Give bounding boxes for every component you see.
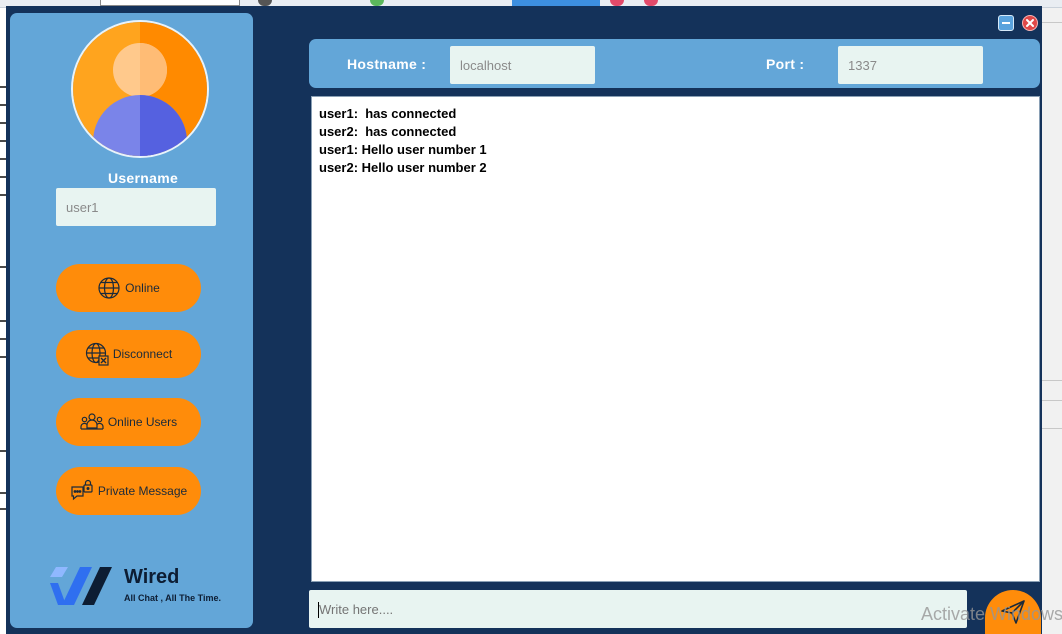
close-icon[interactable] [1022, 15, 1038, 31]
chat-app-window: Username Online [6, 6, 1042, 634]
chat-message: user2: has connected [319, 124, 457, 139]
app-tagline: All Chat , All The Time. [124, 593, 222, 603]
users-group-icon [80, 410, 104, 434]
port-input[interactable] [838, 46, 983, 84]
online-users-button[interactable]: Online Users [56, 398, 201, 446]
private-message-button-label: Private Message [97, 484, 188, 498]
text-caret [318, 602, 319, 618]
private-message-button[interactable]: Private Message [56, 467, 201, 515]
disconnect-button-label: Disconnect [112, 347, 173, 361]
username-input[interactable] [56, 188, 216, 226]
app-name: Wired [124, 566, 180, 588]
online-button[interactable]: Online [56, 264, 201, 312]
hostname-input[interactable] [450, 46, 595, 84]
connection-bar: Hostname : Port : [309, 39, 1040, 88]
activate-windows-watermark: Activate Windows [921, 604, 1062, 624]
online-button-label: Online [125, 281, 160, 295]
globe-x-icon [85, 342, 109, 366]
chat-message: user1: Hello user number 1 [319, 142, 487, 157]
app-logo: Wired All Chat , All The Time. [46, 561, 236, 611]
hostname-label: Hostname : [347, 56, 427, 72]
message-input[interactable] [309, 590, 967, 628]
user-avatar-icon [71, 20, 209, 158]
chat-log[interactable]: user1: has connected user2: has connecte… [311, 96, 1040, 582]
wired-logo-icon [46, 563, 118, 605]
globe-icon [97, 276, 121, 300]
minimize-icon[interactable] [998, 15, 1014, 31]
username-label: Username [107, 170, 179, 186]
disconnect-button[interactable]: Disconnect [56, 330, 201, 378]
chat-message: user2: Hello user number 2 [319, 160, 487, 175]
port-label: Port : [766, 56, 805, 72]
sidebar-panel: Username Online [10, 13, 253, 628]
background-window-edge [1042, 8, 1062, 634]
chat-message: user1: has connected [319, 106, 457, 121]
lock-chat-icon [70, 479, 94, 503]
online-users-button-label: Online Users [107, 415, 178, 429]
